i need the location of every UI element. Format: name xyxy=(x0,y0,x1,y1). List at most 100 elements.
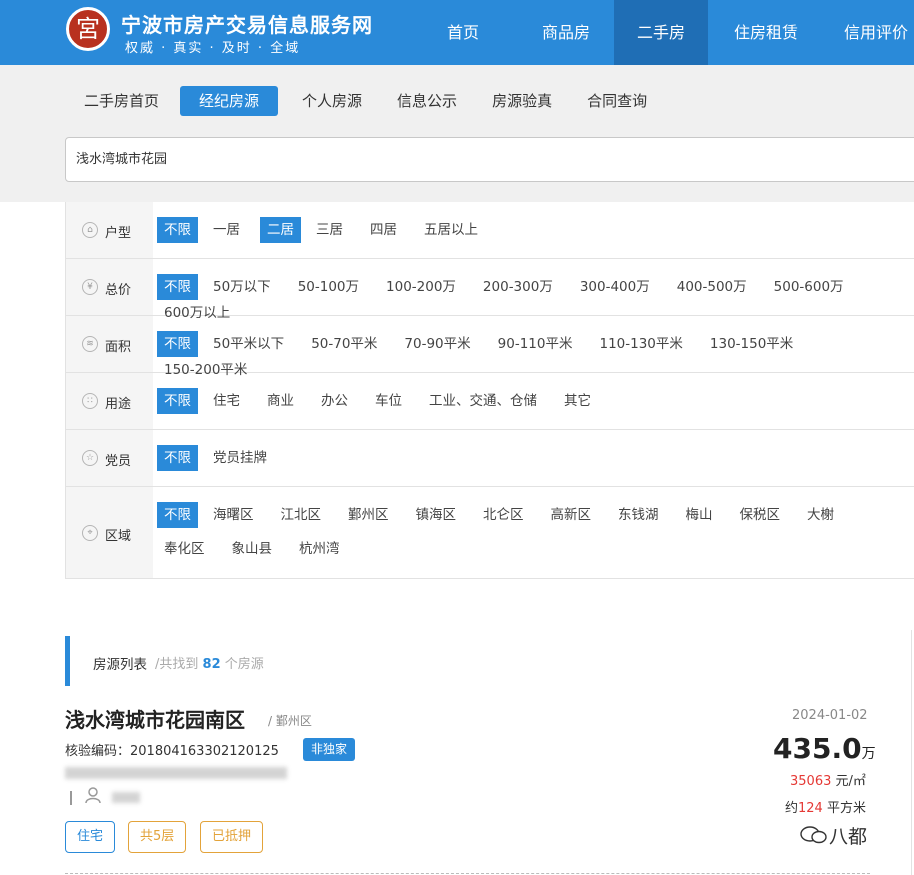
filter-option[interactable]: 50-70平米 xyxy=(304,331,384,357)
listing-district: / 鄞州区 xyxy=(268,714,312,728)
subnav-agency-listings[interactable]: 经纪房源 xyxy=(180,86,279,116)
wechat-icon xyxy=(800,826,827,844)
divider xyxy=(70,791,72,805)
wechat-watermark: 八都 xyxy=(799,822,867,849)
filter-option[interactable]: 一居 xyxy=(206,217,247,243)
filter-option[interactable]: 不限 xyxy=(157,217,198,243)
site-title[interactable]: 宁波市房产交易信息服务网 xyxy=(121,9,373,38)
watermark-text: 八都 xyxy=(829,826,868,848)
tag-floors: 共5层 xyxy=(128,821,187,853)
filter-option[interactable]: 奉化区 xyxy=(157,536,212,562)
search-input[interactable]: 浅水湾城市花园 xyxy=(65,137,914,182)
listing-divider xyxy=(65,873,870,874)
filter-option[interactable]: 保税区 xyxy=(733,502,788,528)
subnav-contract-query[interactable]: 合同查询 xyxy=(573,86,661,116)
filter-option[interactable]: 50平米以下 xyxy=(206,331,291,357)
listing-badge: 非独家 xyxy=(303,738,356,761)
site-slogan: 权威 · 真实 · 及时 · 全域 xyxy=(125,41,301,56)
filter-option[interactable]: 50万以下 xyxy=(206,274,278,300)
tag-mortgage: 已抵押 xyxy=(200,821,264,853)
filter-option[interactable]: 70-90平米 xyxy=(397,331,477,357)
filter-option[interactable]: 400-500万 xyxy=(670,274,754,300)
area-prefix: 约 xyxy=(785,801,799,816)
filter-option[interactable]: 杭州湾 xyxy=(292,536,347,562)
party-emblem-icon: ☆ xyxy=(82,450,98,466)
filter-option[interactable]: 四居 xyxy=(363,217,404,243)
filter-option[interactable]: 车位 xyxy=(368,388,409,414)
subnav-verify-listing[interactable]: 房源验真 xyxy=(478,86,566,116)
user-icon xyxy=(85,787,101,804)
nav-new-homes[interactable]: 商品房 xyxy=(518,0,614,65)
subnav-personal-listings[interactable]: 个人房源 xyxy=(288,86,376,116)
listing-date: 2024-01-02 xyxy=(792,708,868,723)
filter-label-price: ¥ 总价 xyxy=(66,259,153,315)
filter-option[interactable]: 100-200万 xyxy=(379,274,463,300)
filter-option[interactable]: 大榭 xyxy=(800,502,841,528)
filter-option[interactable]: 江北区 xyxy=(274,502,329,528)
unit-price-value: 35063 xyxy=(790,774,832,789)
filter-option[interactable]: 象山县 xyxy=(225,536,280,562)
filter-label-usage: ∷ 用途 xyxy=(66,373,153,429)
area-unit: 平方米 xyxy=(826,801,866,816)
area-value: 124 xyxy=(798,801,823,816)
filter-panel: ⌂ 户型 不限 一居 二居 三居 四居 五居以上 ¥ 总价 不限 50万以下 5… xyxy=(65,202,914,579)
listing-title[interactable]: 浅水湾城市花园南区 xyxy=(65,704,245,733)
nav-second-hand[interactable]: 二手房 xyxy=(614,0,708,65)
site-logo-icon[interactable]: 宮 xyxy=(66,7,110,51)
filter-options: 不限 一居 二居 三居 四居 五居以上 xyxy=(157,217,914,243)
filter-option[interactable]: 不限 xyxy=(157,331,198,357)
filter-option[interactable]: 130-150平米 xyxy=(703,331,800,357)
filter-option[interactable]: 不限 xyxy=(157,274,198,300)
filter-option[interactable]: 商业 xyxy=(260,388,301,414)
filter-option[interactable]: 梅山 xyxy=(679,502,720,528)
nav-home[interactable]: 首页 xyxy=(408,0,518,65)
filter-option[interactable]: 三居 xyxy=(309,217,350,243)
filter-option[interactable]: 北仑区 xyxy=(476,502,531,528)
top-header: 宮 宁波市房产交易信息服务网 权威 · 真实 · 及时 · 全域 首页 商品房 … xyxy=(0,0,914,65)
listing-count-prefix: /共找到 xyxy=(155,657,199,672)
nav-credit[interactable]: 信用评价 xyxy=(824,0,914,65)
filter-option[interactable]: 二居 xyxy=(260,217,301,243)
location-icon: ⌖ xyxy=(82,525,98,541)
filter-option[interactable]: 不限 xyxy=(157,502,198,528)
filter-option[interactable]: 其它 xyxy=(557,388,598,414)
filter-option[interactable]: 住宅 xyxy=(206,388,247,414)
filter-option[interactable]: 不限 xyxy=(157,445,198,471)
filter-option[interactable]: 办公 xyxy=(314,388,355,414)
filter-options: 不限 住宅 商业 办公 车位 工业、交通、仓储 其它 xyxy=(157,388,914,414)
filter-option[interactable]: 200-300万 xyxy=(476,274,560,300)
filter-label-text: 区域 xyxy=(105,529,132,544)
filter-label-text: 党员 xyxy=(105,454,132,469)
filter-option[interactable]: 300-400万 xyxy=(573,274,657,300)
filter-row-party: ☆ 党员 不限 党员挂牌 xyxy=(66,430,914,487)
filter-option[interactable]: 五居以上 xyxy=(417,217,485,243)
filter-option[interactable]: 海曙区 xyxy=(206,502,261,528)
filter-option[interactable]: 高新区 xyxy=(544,502,599,528)
filter-option[interactable]: 工业、交通、仓储 xyxy=(422,388,544,414)
filter-option[interactable]: 东钱湖 xyxy=(611,502,666,528)
filter-label-area: ≋ 面积 xyxy=(66,316,153,372)
layers-icon: ≋ xyxy=(82,336,98,352)
price-unit: 万 xyxy=(861,746,876,762)
blurred-agency-name xyxy=(65,767,287,779)
filter-option[interactable]: 党员挂牌 xyxy=(206,445,274,471)
filter-option[interactable]: 镇海区 xyxy=(409,502,464,528)
filter-option[interactable]: 50-100万 xyxy=(291,274,366,300)
listing-area: 约124 平方米 xyxy=(785,797,866,816)
listing-count-number: 82 xyxy=(202,657,221,672)
filter-label-district: ⌖ 区域 xyxy=(66,487,153,578)
filter-option[interactable]: 鄞州区 xyxy=(341,502,396,528)
listing-count-suffix: 个房源 xyxy=(224,657,264,672)
filter-row-district: ⌖ 区域 不限 海曙区 江北区 鄞州区 镇海区 北仑区 高新区 东钱湖 梅山 保… xyxy=(66,487,914,579)
listing-header-title: 房源列表 xyxy=(93,657,147,673)
filter-option[interactable]: 不限 xyxy=(157,388,198,414)
sub-nav: 二手房首页 经纪房源 个人房源 信息公示 房源验真 合同查询 xyxy=(70,86,668,116)
filter-option[interactable]: 500-600万 xyxy=(767,274,851,300)
subnav-second-hand-home[interactable]: 二手房首页 xyxy=(70,86,173,116)
nav-rental[interactable]: 住房租赁 xyxy=(708,0,824,65)
filter-options: 不限 党员挂牌 xyxy=(157,445,914,471)
filter-option[interactable]: 90-110平米 xyxy=(491,331,580,357)
subnav-public-info[interactable]: 信息公示 xyxy=(383,86,471,116)
price-value: 435.0 xyxy=(773,732,862,765)
filter-option[interactable]: 110-130平米 xyxy=(592,331,689,357)
